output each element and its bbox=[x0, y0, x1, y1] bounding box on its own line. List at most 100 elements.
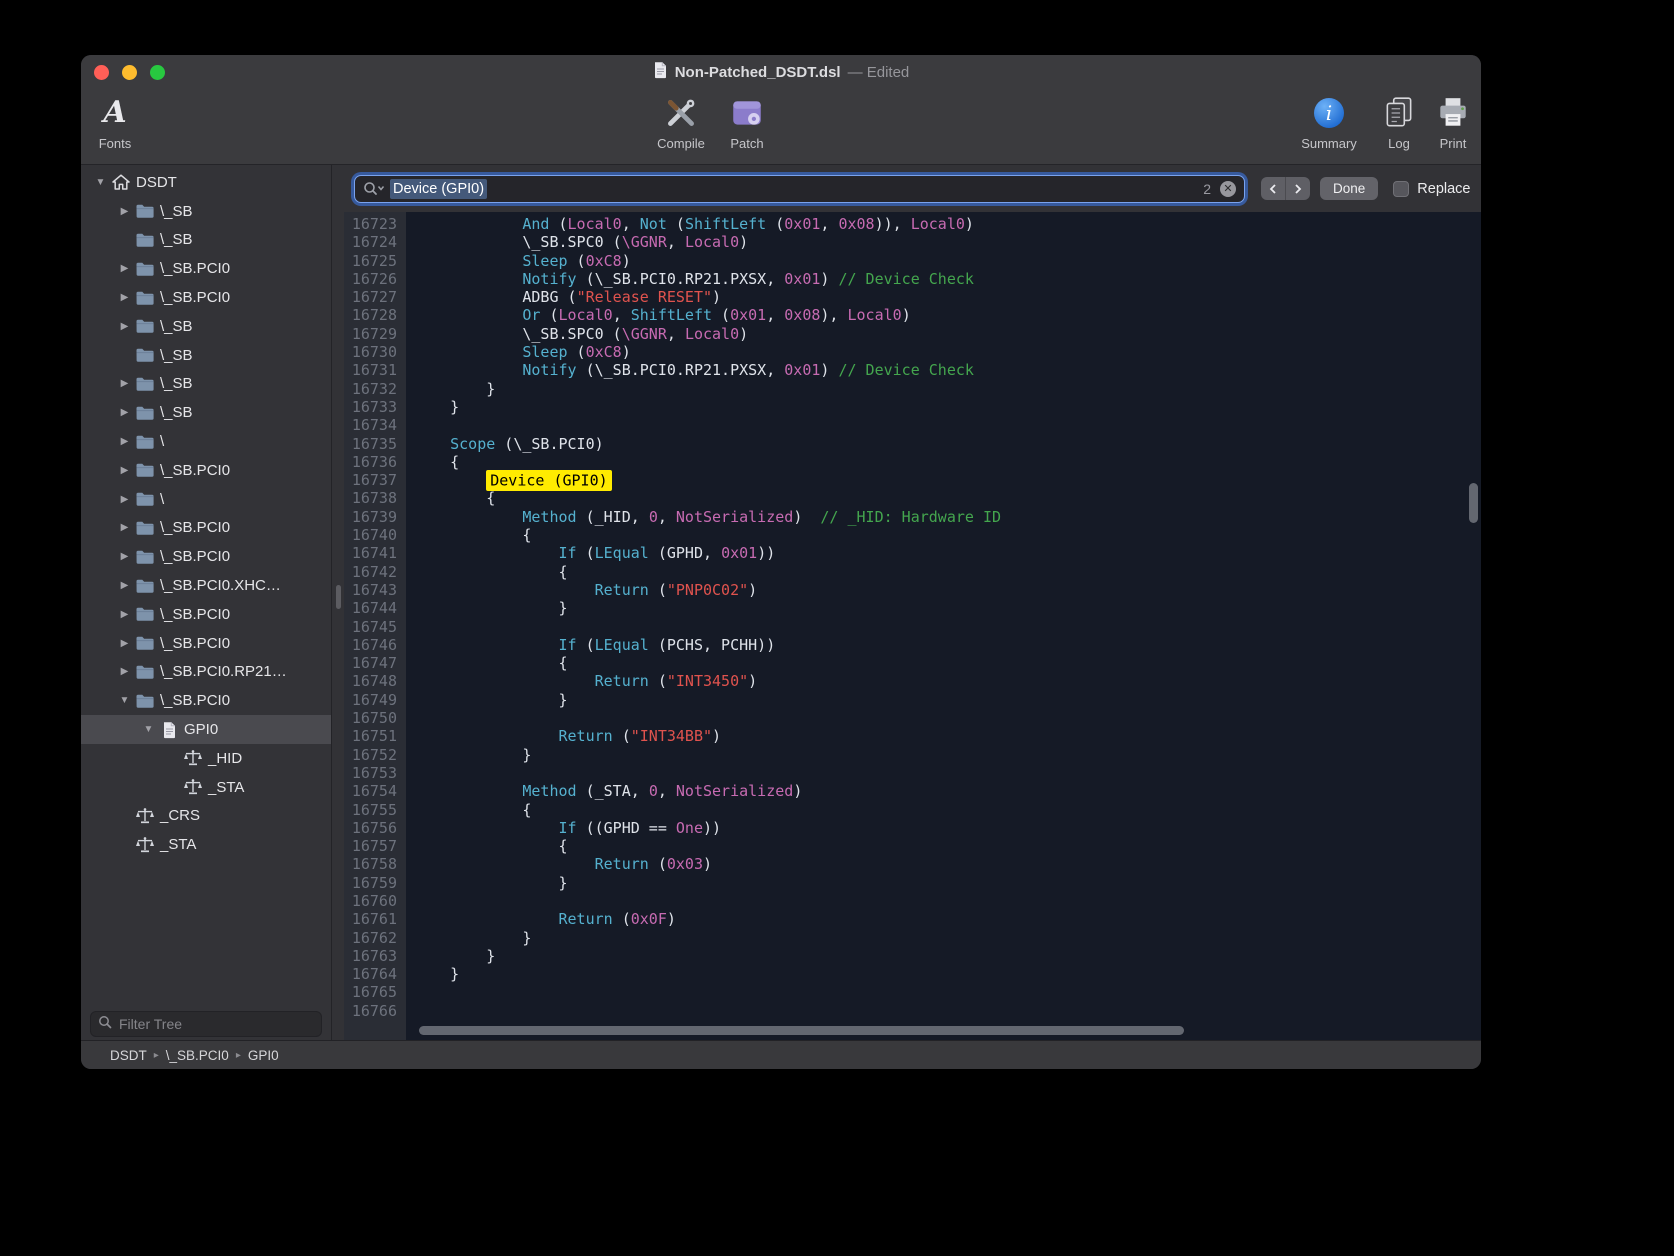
line-number: 16734 bbox=[344, 416, 406, 434]
tree-item-sb[interactable]: ▶ \_SB bbox=[81, 370, 331, 399]
compile-button[interactable]: Compile bbox=[649, 93, 713, 151]
tree-item-sb[interactable]: \_SB bbox=[81, 226, 331, 255]
disclosure-triangle-icon[interactable]: ▼ bbox=[115, 695, 134, 706]
tree-item-sbpci0[interactable]: ▶\_SB.PCI0 bbox=[81, 600, 331, 629]
disclosure-triangle-icon[interactable]: ▶ bbox=[115, 292, 134, 303]
code-text: } bbox=[406, 947, 495, 965]
fonts-button[interactable]: A Fonts bbox=[87, 93, 143, 151]
line-number: 16741 bbox=[344, 544, 406, 562]
disclosure-triangle-icon[interactable]: ▶ bbox=[115, 609, 134, 620]
disclosure-triangle-icon[interactable]: ▶ bbox=[115, 263, 134, 274]
code-line: 16742 { bbox=[344, 563, 1481, 581]
code-line: 16748 Return ("INT3450") bbox=[344, 672, 1481, 690]
find-bar: Device (GPI0) 2 ✕ D bbox=[344, 165, 1481, 212]
disclosure-triangle-icon[interactable]: ▶ bbox=[115, 580, 134, 591]
disclosure-triangle-icon[interactable]: ▶ bbox=[115, 666, 134, 677]
line-number: 16732 bbox=[344, 380, 406, 398]
tree-item-gpi0[interactable]: ▼GPI0 bbox=[81, 715, 331, 744]
disclosure-triangle-icon[interactable]: ▶ bbox=[115, 321, 134, 332]
document-proxy-icon[interactable] bbox=[653, 61, 668, 84]
titlebar[interactable]: Non-Patched_DSDT.dsl — Edited bbox=[81, 55, 1481, 89]
horizontal-scrollbar[interactable] bbox=[419, 1026, 1184, 1035]
line-number: 16746 bbox=[344, 636, 406, 654]
disclosure-triangle-icon[interactable]: ▶ bbox=[115, 551, 134, 562]
search-menu-icon[interactable] bbox=[363, 181, 385, 196]
line-number: 16750 bbox=[344, 709, 406, 727]
tree-item-sbpci0[interactable]: ▶\_SB.PCI0 bbox=[81, 629, 331, 658]
disclosure-triangle-icon[interactable]: ▶ bbox=[115, 436, 134, 447]
code-line: 16730 Sleep (0xC8) bbox=[344, 343, 1481, 361]
code-text: { bbox=[406, 801, 531, 819]
disclosure-triangle-icon[interactable]: ▶ bbox=[115, 465, 134, 476]
tree-item-[interactable]: ▶\ bbox=[81, 427, 331, 456]
folder-icon bbox=[134, 261, 156, 277]
tree-item-sb[interactable]: \_SB bbox=[81, 341, 331, 370]
disclosure-triangle-icon[interactable]: ▶ bbox=[115, 378, 134, 389]
sidebar: ▼DSDT▶\_SB\_SB▶\_SB.PCI0▶\_SB.PCI0▶\_SB\… bbox=[81, 165, 332, 1040]
disclosure-triangle-icon[interactable]: ▼ bbox=[91, 177, 110, 188]
tree-item-sb[interactable]: ▶\_SB bbox=[81, 312, 331, 341]
tree-item-sbpci0[interactable]: ▶\_SB.PCI0 bbox=[81, 542, 331, 571]
tree-item-sta[interactable]: _STA bbox=[81, 830, 331, 859]
code-line: 16757 { bbox=[344, 837, 1481, 855]
filter-tree-field[interactable] bbox=[90, 1011, 322, 1037]
tree-item-sbpci0[interactable]: ▶\_SB.PCI0 bbox=[81, 456, 331, 485]
line-number: 16730 bbox=[344, 343, 406, 361]
code-line: 16755 { bbox=[344, 801, 1481, 819]
log-button[interactable]: Log bbox=[1367, 93, 1431, 151]
breadcrumb-item[interactable]: \_SB.PCI0 bbox=[166, 1048, 229, 1063]
line-number: 16737 bbox=[344, 471, 406, 489]
tree-item-dsdt[interactable]: ▼DSDT bbox=[81, 168, 331, 197]
print-button[interactable]: Print bbox=[1425, 93, 1481, 151]
disclosure-triangle-icon[interactable]: ▼ bbox=[139, 724, 158, 735]
tree-item-sb[interactable]: ▶\_SB bbox=[81, 398, 331, 427]
tree-item-[interactable]: ▶\ bbox=[81, 485, 331, 514]
line-number: 16755 bbox=[344, 801, 406, 819]
tree-item-crs[interactable]: _CRS bbox=[81, 802, 331, 831]
vertical-scrollbar[interactable] bbox=[1469, 483, 1478, 523]
tree-item-sbpci0rp21[interactable]: ▶\_SB.PCI0.RP21… bbox=[81, 658, 331, 687]
tree-item-sbpci0[interactable]: ▶\_SB.PCI0 bbox=[81, 254, 331, 283]
patch-button[interactable]: Patch bbox=[715, 93, 779, 151]
code-text: \_SB.SPC0 (\GGNR, Local0) bbox=[406, 325, 748, 343]
disclosure-triangle-icon[interactable]: ▶ bbox=[115, 522, 134, 533]
filter-tree-input[interactable] bbox=[117, 1015, 314, 1033]
find-field[interactable]: Device (GPI0) 2 ✕ bbox=[354, 175, 1245, 203]
line-number: 16726 bbox=[344, 270, 406, 288]
code-text: Sleep (0xC8) bbox=[406, 343, 631, 361]
pane-splitter[interactable] bbox=[332, 165, 344, 1040]
disclosure-triangle-icon[interactable]: ▶ bbox=[115, 494, 134, 505]
folder-icon bbox=[134, 635, 156, 651]
code-text: } bbox=[406, 746, 531, 764]
tree-item-sb[interactable]: ▶ \_SB bbox=[81, 197, 331, 226]
disclosure-triangle-icon[interactable]: ▶ bbox=[115, 638, 134, 649]
search-input[interactable]: Device (GPI0) bbox=[390, 179, 487, 199]
find-next-button[interactable] bbox=[1286, 177, 1310, 200]
code-line: 16758 Return (0x03) bbox=[344, 855, 1481, 873]
disclosure-triangle-icon[interactable]: ▶ bbox=[115, 206, 134, 217]
tree-item-sbpci0[interactable]: ▶\_SB.PCI0 bbox=[81, 283, 331, 312]
line-number: 16749 bbox=[344, 691, 406, 709]
summary-button[interactable]: i Summary bbox=[1297, 93, 1361, 151]
breadcrumb-item[interactable]: DSDT bbox=[110, 1048, 147, 1063]
tree-item-sbpci0[interactable]: ▶\_SB.PCI0 bbox=[81, 514, 331, 543]
done-button[interactable]: Done bbox=[1320, 177, 1378, 200]
code-line: 16750 bbox=[344, 709, 1481, 727]
tree-item-sbpci0[interactable]: ▼\_SB.PCI0 bbox=[81, 686, 331, 715]
tree-item-sta[interactable]: _STA bbox=[81, 773, 331, 802]
tree-item-label: \_SB bbox=[160, 375, 193, 392]
replace-checkbox[interactable] bbox=[1393, 181, 1409, 197]
splitter-grip-icon bbox=[336, 585, 341, 609]
code-editor[interactable]: 16723 And (Local0, Not (ShiftLeft (0x01,… bbox=[344, 212, 1481, 1040]
tree-item-label: \_SB bbox=[160, 203, 193, 220]
line-number: 16756 bbox=[344, 819, 406, 837]
folder-icon bbox=[134, 578, 156, 594]
code-text: Method (_STA, 0, NotSerialized) bbox=[406, 782, 802, 800]
tree-item-sbpci0xhc[interactable]: ▶\_SB.PCI0.XHC… bbox=[81, 571, 331, 600]
find-previous-button[interactable] bbox=[1261, 177, 1286, 200]
tree-item-hid[interactable]: _HID bbox=[81, 744, 331, 773]
disclosure-triangle-icon[interactable]: ▶ bbox=[115, 407, 134, 418]
breadcrumb-item[interactable]: GPI0 bbox=[248, 1048, 279, 1063]
clear-search-icon[interactable]: ✕ bbox=[1220, 181, 1236, 197]
info-icon: i bbox=[1312, 93, 1346, 133]
